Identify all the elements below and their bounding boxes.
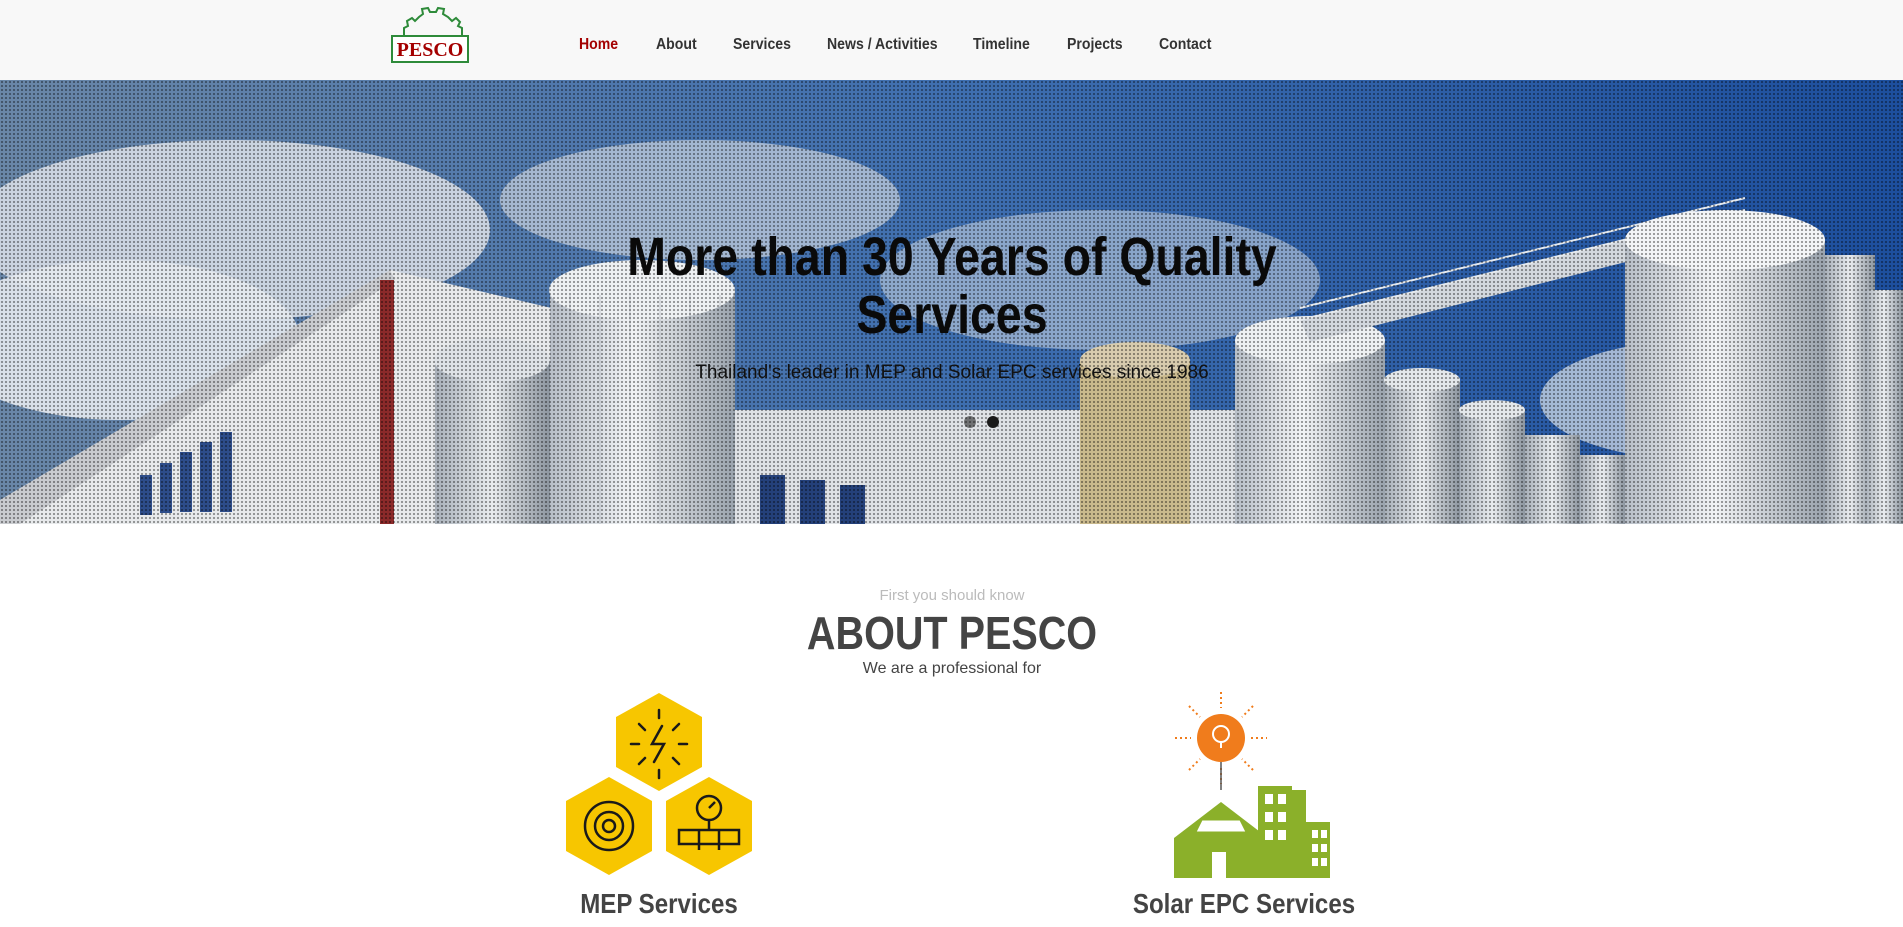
- hero-title-line-2: Services: [856, 285, 1048, 345]
- logo-text: PESCO: [397, 39, 464, 61]
- mep-hexagons-icon[interactable]: [564, 690, 754, 880]
- solar-house-icon[interactable]: [1162, 690, 1332, 880]
- hero-slider: More than 30 Years of Quality Services T…: [0, 80, 1903, 524]
- solar-epc-services-title[interactable]: Solar EPC Services: [1072, 888, 1416, 920]
- slider-dot-1[interactable]: [964, 416, 976, 428]
- hero-title-line-1: More than 30 Years of Quality: [627, 227, 1277, 287]
- nav-timeline[interactable]: Timeline: [973, 36, 1030, 54]
- hero-subtitle: Thailand's leader in MEP and Solar EPC s…: [695, 362, 1209, 383]
- pesco-logo[interactable]: PESCO: [390, 6, 470, 64]
- slider-dot-2[interactable]: [987, 416, 999, 428]
- nav-contact[interactable]: Contact: [1159, 36, 1211, 54]
- nav-home[interactable]: Home: [579, 36, 618, 54]
- hero-title: More than 30 Years of Quality Services: [608, 228, 1296, 344]
- mep-services-title[interactable]: MEP Services: [487, 888, 831, 920]
- nav-news-activities[interactable]: News / Activities: [827, 36, 938, 54]
- nav-about[interactable]: About: [656, 36, 697, 54]
- nav-projects[interactable]: Projects: [1067, 36, 1123, 54]
- about-title: ABOUT PESCO: [806, 607, 1098, 659]
- about-description: We are a professional for: [862, 660, 1042, 677]
- about-kicker: First you should know: [879, 587, 1025, 604]
- nav-services[interactable]: Services: [733, 36, 791, 54]
- site-header: PESCO Home About Services News / Activit…: [0, 0, 1903, 80]
